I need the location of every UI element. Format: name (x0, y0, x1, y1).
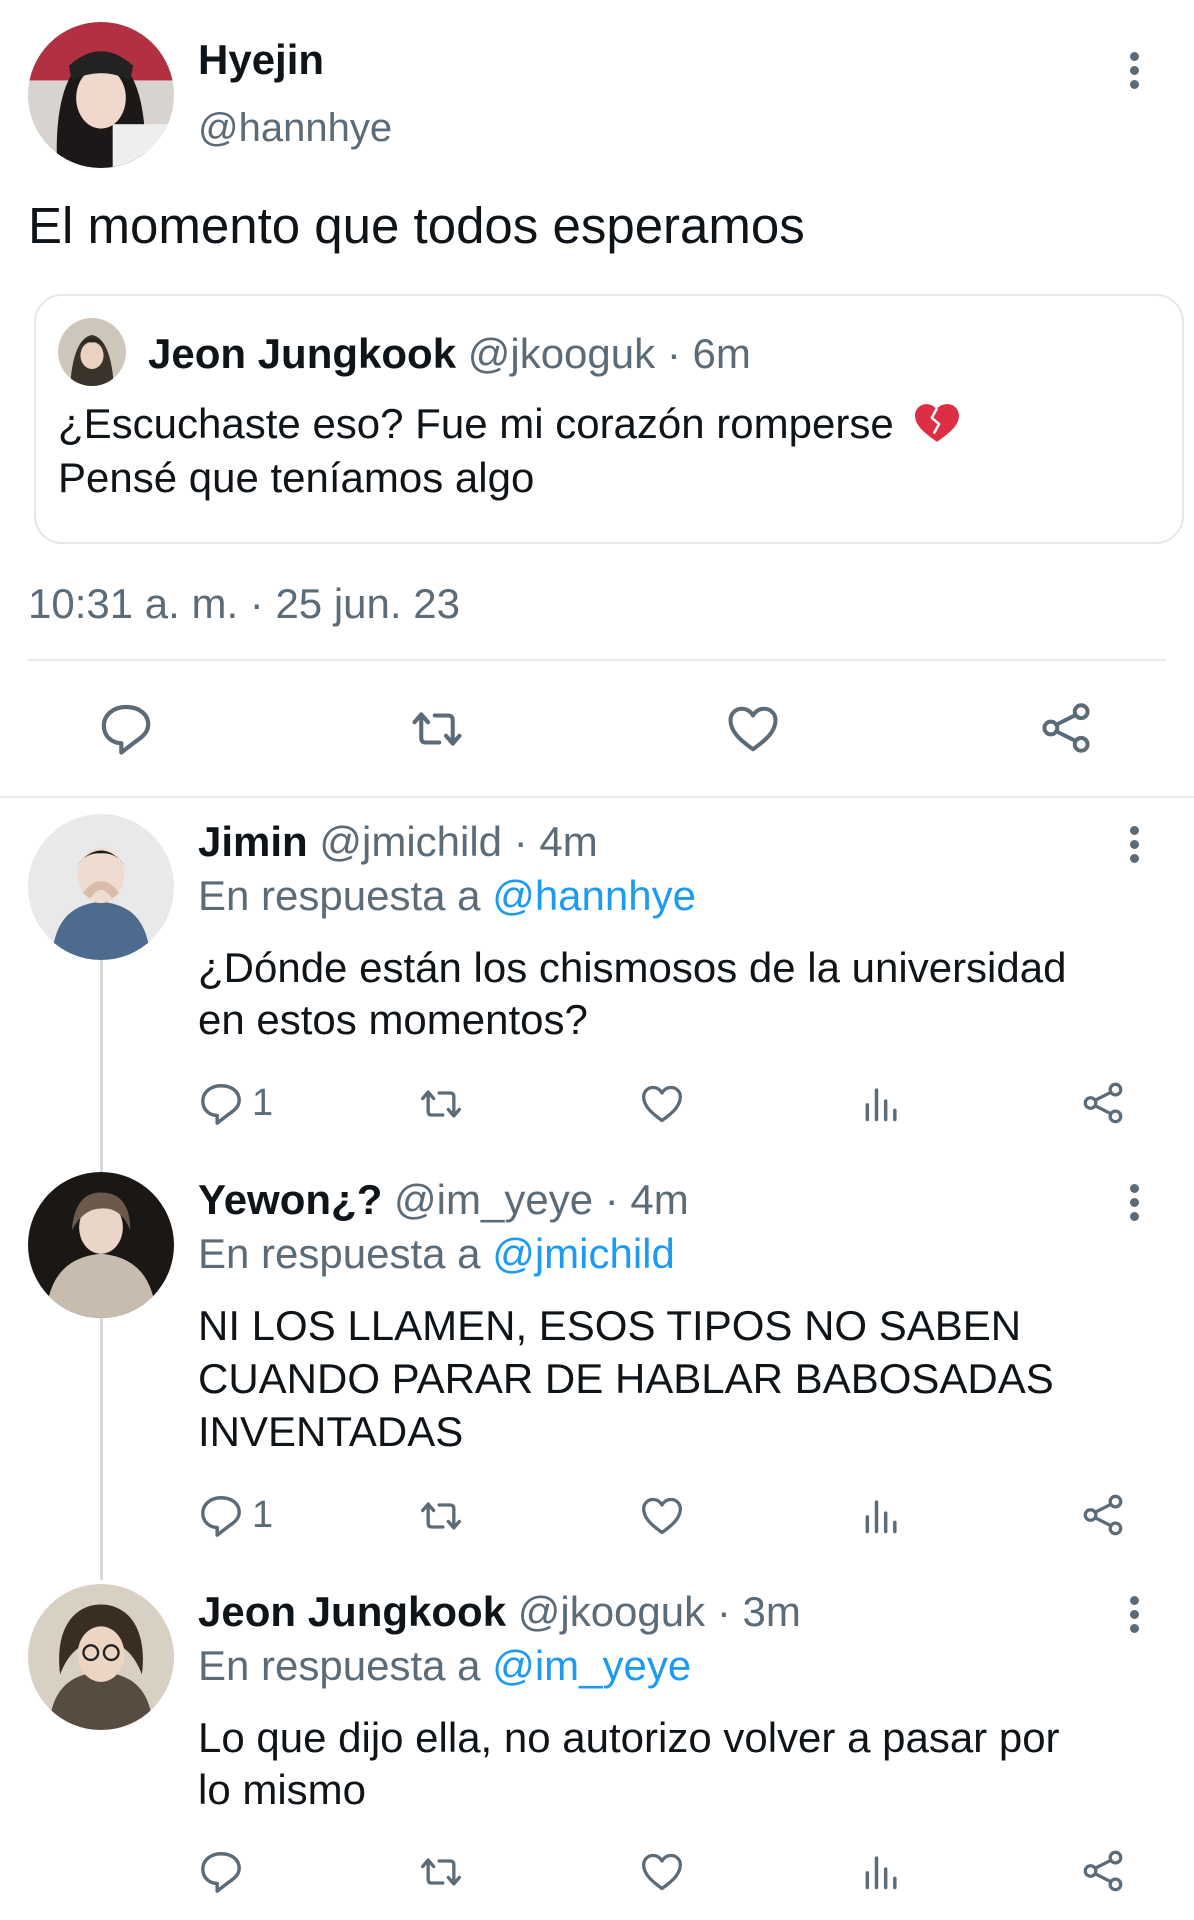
reply-icon[interactable] (198, 1080, 244, 1126)
reply-icon[interactable] (198, 1848, 244, 1894)
more-icon[interactable] (1124, 1180, 1144, 1224)
reply-handle[interactable]: @jmichild (319, 818, 502, 865)
replying-to: En respuesta a @jmichild (198, 1230, 675, 1278)
reply-text-line: Lo que dijo ella, no autorizo volver a p… (198, 1714, 1060, 1761)
reply-name[interactable]: Jeon Jungkook (198, 1588, 506, 1635)
replying-to: En respuesta a @hannhye (198, 872, 696, 920)
reply-count: 1 (252, 1494, 274, 1536)
retweet-icon[interactable] (418, 1850, 464, 1894)
share-icon[interactable] (1038, 700, 1094, 756)
replying-to-prefix: En respuesta a (198, 1230, 481, 1277)
quoted-name[interactable]: Jeon Jungkook (148, 330, 456, 377)
replying-to-prefix: En respuesta a (198, 1642, 481, 1689)
author-handle[interactable]: @hannhye (198, 106, 392, 151)
like-icon[interactable] (640, 1082, 684, 1126)
quoted-time[interactable]: 6m (692, 330, 750, 377)
replying-to-link[interactable]: @hannhye (492, 872, 696, 919)
quoted-line-1: ¿Escuchaste eso? Fue mi corazón romperse (58, 400, 963, 448)
retweet-icon[interactable] (418, 1082, 464, 1126)
share-icon[interactable] (1080, 1492, 1126, 1538)
reply-text-line: en estos momentos? (198, 996, 588, 1043)
tweet-text: El momento que todos esperamos (28, 197, 805, 254)
reply-name[interactable]: Jimin (198, 818, 308, 865)
reply-text-line: lo mismo (198, 1766, 367, 1813)
quoted-line-2: Pensé que teníamos algo (58, 454, 535, 501)
more-icon[interactable] (1124, 822, 1144, 866)
quoted-line-1-text: ¿Escuchaste eso? Fue mi corazón romperse (58, 400, 894, 447)
reply-header: Jeon Jungkook @jkooguk · 3m (198, 1588, 801, 1636)
divider (28, 659, 1166, 661)
reply-sep: · (716, 1588, 731, 1635)
replying-to: En respuesta a @im_yeye (198, 1642, 691, 1690)
reply-time[interactable]: 4m (539, 818, 597, 865)
reply-name[interactable]: Yewon¿? (198, 1176, 382, 1223)
share-icon[interactable] (1080, 1080, 1126, 1126)
reply-text-line: INVENTADAS (198, 1408, 464, 1455)
more-icon[interactable] (1124, 48, 1144, 92)
reply-handle[interactable]: @im_yeye (394, 1176, 593, 1223)
reply-sep: · (513, 818, 528, 865)
avatar-yewon[interactable] (28, 1172, 174, 1318)
broken-heart-icon (911, 400, 963, 446)
avatar-jungkook[interactable] (28, 1584, 174, 1730)
quoted-sep: · (666, 330, 681, 377)
avatar-jimin[interactable] (28, 814, 174, 960)
timestamp[interactable]: 10:31 a. m. · 25 jun. 23 (28, 580, 460, 628)
like-icon[interactable] (640, 1494, 684, 1538)
reply-text-line: CUANDO PARAR DE HABLAR BABOSADAS (198, 1355, 1054, 1402)
share-icon[interactable] (1080, 1848, 1126, 1894)
avatar-hyejin[interactable] (28, 22, 174, 168)
reply-sep: · (604, 1176, 619, 1223)
replying-to-link[interactable]: @jmichild (492, 1230, 675, 1277)
avatar-quoted-jungkook[interactable] (58, 318, 126, 386)
views-icon[interactable] (860, 1080, 904, 1126)
reply-time[interactable]: 3m (742, 1588, 800, 1635)
like-icon[interactable] (640, 1850, 684, 1894)
quoted-header: Jeon Jungkook @jkooguk · 6m (148, 330, 751, 378)
reply-text-line: NI LOS LLAMEN, ESOS TIPOS NO SABEN (198, 1302, 1022, 1349)
reply-handle[interactable]: @jkooguk (518, 1588, 705, 1635)
retweet-icon[interactable] (418, 1494, 464, 1538)
reply-count: 1 (252, 1082, 274, 1124)
views-icon[interactable] (860, 1848, 904, 1894)
divider (0, 796, 1194, 798)
reply-icon[interactable] (98, 700, 154, 756)
reply-text-line: ¿Dónde están los chismosos de la univers… (198, 944, 1067, 991)
reply-icon[interactable] (198, 1492, 244, 1538)
retweet-icon[interactable] (408, 702, 466, 756)
replying-to-link[interactable]: @im_yeye (492, 1642, 691, 1689)
reply-time[interactable]: 4m (630, 1176, 688, 1223)
author-name[interactable]: Hyejin (198, 36, 324, 84)
reply-header: Yewon¿? @im_yeye · 4m (198, 1176, 689, 1224)
replying-to-prefix: En respuesta a (198, 872, 481, 919)
like-icon[interactable] (726, 702, 780, 756)
more-icon[interactable] (1124, 1592, 1144, 1636)
views-icon[interactable] (860, 1492, 904, 1538)
reply-header: Jimin @jmichild · 4m (198, 818, 598, 866)
quoted-handle[interactable]: @jkooguk (468, 330, 655, 377)
